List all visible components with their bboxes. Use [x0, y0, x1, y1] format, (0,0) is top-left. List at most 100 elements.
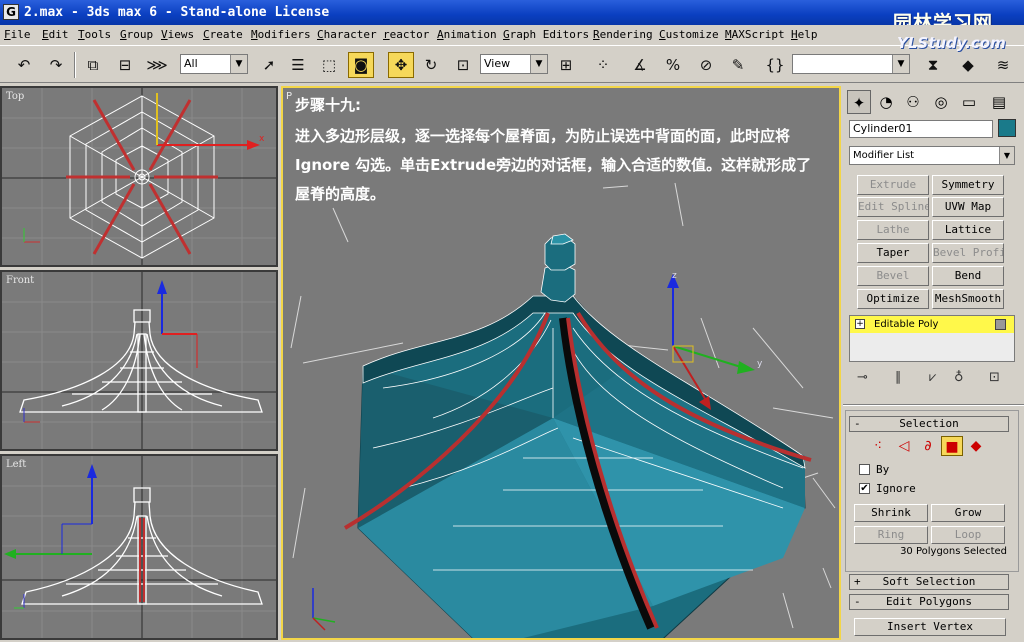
- menu-maxscript[interactable]: MAXScript: [725, 28, 785, 41]
- menu-group[interactable]: Group: [120, 28, 153, 41]
- show-end-result-icon[interactable]: ∥: [895, 370, 902, 385]
- menu-character[interactable]: Character: [317, 28, 377, 41]
- object-color-swatch[interactable]: [998, 119, 1016, 137]
- modifier-edit-spline-button[interactable]: Edit Spline: [857, 197, 929, 217]
- viewport-top[interactable]: x Top: [0, 86, 278, 267]
- selection-rollout-title: Selection: [899, 417, 959, 430]
- undo-icon[interactable]: ↶: [11, 52, 37, 78]
- modifier-uvw-map-button[interactable]: UVW Map: [932, 197, 1004, 217]
- loop-button[interactable]: Loop: [931, 526, 1005, 544]
- edit-polygons-rollout-header[interactable]: - Edit Polygons: [849, 594, 1009, 610]
- percent-snap-icon[interactable]: %: [660, 52, 686, 78]
- modifier-extrude-button[interactable]: Extrude: [857, 175, 929, 195]
- named-selection-dropdown[interactable]: ▼: [792, 54, 910, 74]
- by-vertex-checkbox[interactable]: [859, 464, 870, 475]
- chevron-down-icon[interactable]: ▼: [230, 55, 247, 73]
- window-crossing-icon[interactable]: ◙: [348, 52, 374, 78]
- select-rotate-icon[interactable]: ↻: [418, 52, 444, 78]
- configure-modifier-sets-icon[interactable]: ⊡: [989, 370, 1000, 385]
- ring-button[interactable]: Ring: [854, 526, 928, 544]
- edge-mode-icon[interactable]: ◁: [893, 436, 915, 456]
- app-icon[interactable]: G: [3, 4, 19, 20]
- object-name-field[interactable]: Cylinder01: [849, 120, 993, 138]
- pin-stack-icon[interactable]: ⊸: [857, 370, 868, 385]
- viewport-left-label[interactable]: Left: [6, 459, 26, 470]
- ignore-backfacing-checkbox[interactable]: ✔: [859, 483, 870, 494]
- shrink-button[interactable]: Shrink: [854, 504, 928, 522]
- menu-reactor[interactable]: reactor: [383, 28, 429, 41]
- menu-modifiers[interactable]: Modifiers: [251, 28, 311, 41]
- menu-rendering[interactable]: Rendering: [593, 28, 653, 41]
- chevron-down-icon[interactable]: ▼: [999, 147, 1014, 164]
- align-icon[interactable]: ◆: [955, 52, 981, 78]
- modifier-lattice-button[interactable]: Lattice: [932, 220, 1004, 240]
- viewport-front-label[interactable]: Front: [6, 275, 34, 286]
- soft-selection-title: Soft Selection: [882, 575, 976, 588]
- select-move-icon[interactable]: ✥: [388, 52, 414, 78]
- modifier-lathe-button[interactable]: Lathe: [857, 220, 929, 240]
- menu-animation[interactable]: Animation: [437, 28, 497, 41]
- modifier-list-value: Modifier List: [853, 150, 915, 161]
- viewport-perspective-label[interactable]: P: [286, 91, 292, 102]
- menu-views[interactable]: Views: [161, 28, 194, 41]
- edit-named-selections-icon[interactable]: ✎: [725, 52, 751, 78]
- utilities-tab-icon[interactable]: ▤: [987, 90, 1011, 114]
- motion-tab-icon[interactable]: ◎: [929, 90, 953, 114]
- redo-icon[interactable]: ↷: [43, 52, 69, 78]
- modifier-symmetry-button[interactable]: Symmetry: [932, 175, 1004, 195]
- select-by-name-icon[interactable]: ☰: [285, 52, 311, 78]
- layer-manager-icon[interactable]: ≋: [990, 52, 1016, 78]
- menu-help[interactable]: Help: [791, 28, 818, 41]
- link-icon[interactable]: ⧉: [80, 52, 106, 78]
- menu-tools[interactable]: Tools: [78, 28, 111, 41]
- insert-vertex-button[interactable]: Insert Vertex: [854, 618, 1006, 636]
- menu-edit[interactable]: Edit: [42, 28, 69, 41]
- border-mode-icon[interactable]: ∂: [917, 436, 939, 456]
- menu-file[interactable]: File: [4, 28, 31, 41]
- expand-icon[interactable]: +: [855, 319, 865, 329]
- menu-customize[interactable]: Customize: [659, 28, 719, 41]
- soft-selection-rollout-header[interactable]: + Soft Selection: [849, 574, 1009, 590]
- named-selection-sets-icon[interactable]: {}: [762, 52, 788, 78]
- modifier-taper-button[interactable]: Taper: [857, 243, 929, 263]
- viewport-front[interactable]: Front: [0, 270, 278, 451]
- snap-toggle-icon[interactable]: ⁘: [590, 52, 616, 78]
- rectangular-selection-icon[interactable]: ⬚: [316, 52, 342, 78]
- selection-rollout-header[interactable]: - Selection: [849, 416, 1009, 432]
- viewport-left[interactable]: Left: [0, 454, 278, 640]
- select-scale-icon[interactable]: ⊡: [450, 52, 476, 78]
- selection-filter-dropdown[interactable]: All ▼: [180, 54, 248, 74]
- modifier-optimize-button[interactable]: Optimize: [857, 289, 929, 309]
- menu-create[interactable]: Create: [203, 28, 243, 41]
- element-mode-icon[interactable]: ◆: [965, 436, 987, 456]
- menu-graph-editors[interactable]: Graph Editors: [503, 28, 589, 41]
- create-tab-icon[interactable]: ✦: [847, 90, 871, 114]
- modifier-bevel-profile-button[interactable]: Bevel Profile: [932, 243, 1004, 263]
- chevron-down-icon[interactable]: ▼: [530, 55, 547, 73]
- modifier-bend-button[interactable]: Bend: [932, 266, 1004, 286]
- grow-button[interactable]: Grow: [931, 504, 1005, 522]
- modifier-meshsmooth-button[interactable]: MeshSmooth: [932, 289, 1004, 309]
- modify-tab-icon[interactable]: ◔: [874, 90, 898, 114]
- remove-modifier-icon[interactable]: ♁: [954, 370, 964, 385]
- polygon-mode-icon[interactable]: ■: [941, 436, 963, 456]
- viewport-perspective[interactable]: z y P 步骤十九: 进入多边形层级，逐一选择每个屋脊面，为防止误选中背面的面…: [281, 86, 841, 640]
- modifier-bevel-button[interactable]: Bevel: [857, 266, 929, 286]
- make-unique-icon[interactable]: ⩗: [929, 370, 936, 385]
- unlink-icon[interactable]: ⊟: [112, 52, 138, 78]
- spinner-snap-icon[interactable]: ⊘: [693, 52, 719, 78]
- stack-item-editable-poly[interactable]: + Editable Poly: [850, 316, 1014, 333]
- mirror-icon[interactable]: ⧗: [920, 52, 946, 78]
- pivot-center-icon[interactable]: ⊞: [553, 52, 579, 78]
- vertex-mode-icon[interactable]: ⁖: [867, 436, 889, 456]
- stack-item-toggle-icon[interactable]: [995, 319, 1006, 330]
- reference-coord-dropdown[interactable]: View ▼: [480, 54, 548, 74]
- chevron-down-icon[interactable]: ▼: [892, 55, 909, 73]
- hierarchy-tab-icon[interactable]: ⚇: [901, 90, 925, 114]
- angle-snap-icon[interactable]: ∡: [627, 52, 653, 78]
- modifier-list-dropdown[interactable]: Modifier List ▼: [849, 146, 1015, 165]
- select-object-icon[interactable]: ➚: [256, 52, 282, 78]
- display-tab-icon[interactable]: ▭: [957, 90, 981, 114]
- viewport-top-label[interactable]: Top: [6, 91, 24, 102]
- bind-space-warp-icon[interactable]: ⋙: [144, 52, 170, 78]
